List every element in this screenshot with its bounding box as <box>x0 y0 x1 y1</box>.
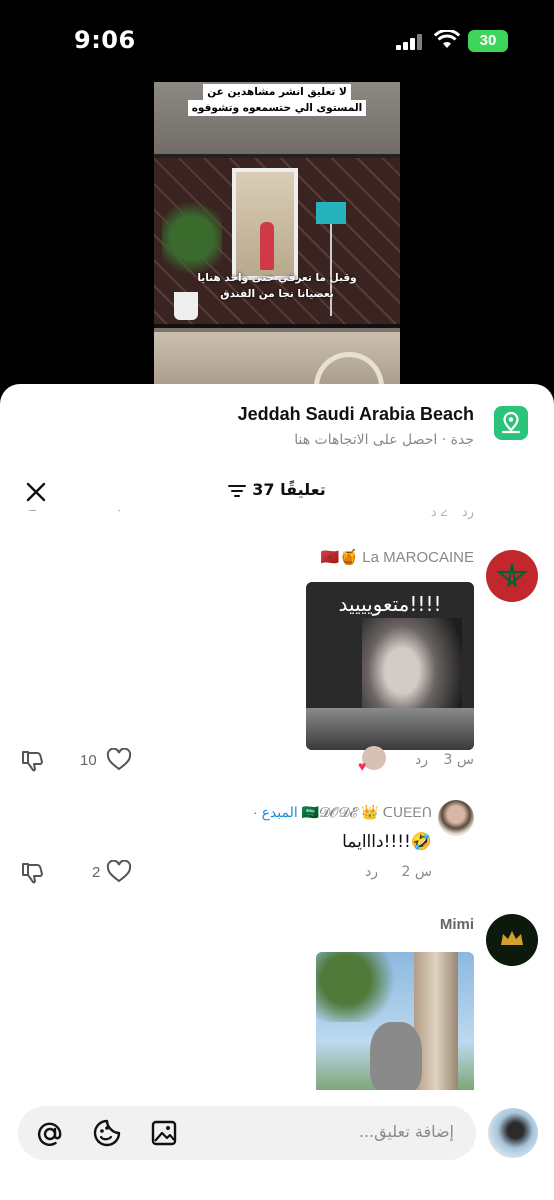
star-icon <box>497 563 527 588</box>
status-bar: 9:06 30 <box>0 0 554 80</box>
crown-icon <box>501 931 523 945</box>
comment-username[interactable]: · المبدع 🇸🇦𝓓𝓞𝓓𝓔 👑 ᑕᑌEEᑎ <box>253 804 432 821</box>
video-caption-bottom: وقبل ما تعرفي حتى واحد هنايا بعضيانا نجا… <box>154 270 400 302</box>
like-count: 2 <box>92 864 101 881</box>
like-icon[interactable] <box>106 748 132 772</box>
map-pin-icon[interactable] <box>494 406 528 440</box>
caption-line: المستوى الي حتسمعوه وتشوفوه <box>187 100 367 116</box>
video-lamp <box>316 202 346 224</box>
comment-actions: 2 2 س رد <box>0 858 554 888</box>
comment-composer: إضافة تعليق... <box>0 1092 554 1200</box>
faded-reply-label[interactable]: ردّ <box>462 510 474 519</box>
comment-image[interactable]: متعوييييد!!!! <box>306 582 474 750</box>
comment-text: دااايما!!!!🤣 <box>342 832 432 852</box>
avatar[interactable] <box>486 550 538 602</box>
partially-hidden-comment-actions: ردّ 2 د <box>0 510 554 524</box>
image-upload-icon[interactable] <box>150 1119 178 1147</box>
video-caption-top: لا تعليق انشر مشاهدين عن المستوى الي حتس… <box>154 84 400 116</box>
avatar[interactable] <box>438 800 474 836</box>
comment-username[interactable]: 🇲🇦🍯 La MAROCAINE <box>321 548 474 566</box>
comments-sheet: Jeddah Saudi Arabia Beach جدة · احصل على… <box>0 384 554 1200</box>
location-title[interactable]: Jeddah Saudi Arabia Beach <box>238 404 474 425</box>
wifi-icon <box>434 30 460 48</box>
current-user-avatar <box>488 1108 538 1158</box>
comment-actions: 10 3 س رد <box>0 746 554 776</box>
comment-username-text[interactable]: 🇸🇦𝓓𝓞𝓓𝓔 👑 ᑕᑌEEᑎ <box>302 804 432 820</box>
status-time: 9:06 <box>74 26 136 54</box>
comment-input[interactable]: إضافة تعليق... <box>18 1106 476 1160</box>
faded-timestamp: 2 د <box>430 510 448 519</box>
battery-icon: 30 <box>468 30 508 52</box>
caption-line: بعضيانا نجا من الفندق <box>220 288 334 300</box>
comment-image[interactable] <box>316 952 474 1090</box>
dislike-icon[interactable] <box>20 860 44 884</box>
creator-liked-avatar <box>358 746 386 774</box>
comment-timestamp: 3 س <box>443 752 474 768</box>
image-caption: متعوييييد!!!! <box>338 592 442 616</box>
image-koala <box>370 1022 422 1090</box>
comments-header: 37 تعليقًا <box>0 474 554 510</box>
comment-timestamp: 2 س <box>401 864 432 880</box>
comment-list[interactable]: ردّ 2 د 🇲🇦🍯 La MAROCAINE متعوييييد!!!! 1… <box>0 510 554 1090</box>
image-leaves <box>316 952 416 1022</box>
mention-icon[interactable] <box>36 1120 64 1148</box>
comment-count[interactable]: 37 تعليقًا <box>0 480 554 499</box>
faded-timestamp-and-reply: ردّ 2 د <box>431 510 474 520</box>
cellular-signal-icon <box>396 34 424 50</box>
dislike-icon[interactable] <box>22 510 44 516</box>
avatar[interactable] <box>486 914 538 966</box>
filter-icon[interactable] <box>228 484 247 498</box>
reply-button[interactable]: رد <box>365 864 378 880</box>
comment-username[interactable]: Mimi <box>440 916 474 933</box>
caption-line: لا تعليق انشر مشاهدين عن <box>203 84 351 100</box>
caption-line: وقبل ما تعرفي حتى واحد هنايا <box>197 272 357 284</box>
comment-count-label: 37 تعليقًا <box>252 480 326 499</box>
creator-badge: · المبدع <box>253 804 298 820</box>
location-subtitle[interactable]: جدة · احصل على الاتجاهات هنا <box>294 432 474 448</box>
image-table <box>306 708 474 750</box>
dislike-icon[interactable] <box>20 748 44 772</box>
battery-level: 30 <box>479 32 497 49</box>
like-icon[interactable] <box>108 510 130 512</box>
like-icon[interactable] <box>106 860 132 884</box>
reply-button[interactable]: رد <box>415 752 428 768</box>
video-preview[interactable]: لا تعليق انشر مشاهدين عن المستوى الي حتس… <box>154 82 400 392</box>
emoji-sticker-icon[interactable] <box>92 1118 122 1148</box>
comment-input-placeholder: إضافة تعليق... <box>358 1122 454 1141</box>
like-count: 10 <box>80 752 97 769</box>
video-figure <box>260 222 274 270</box>
